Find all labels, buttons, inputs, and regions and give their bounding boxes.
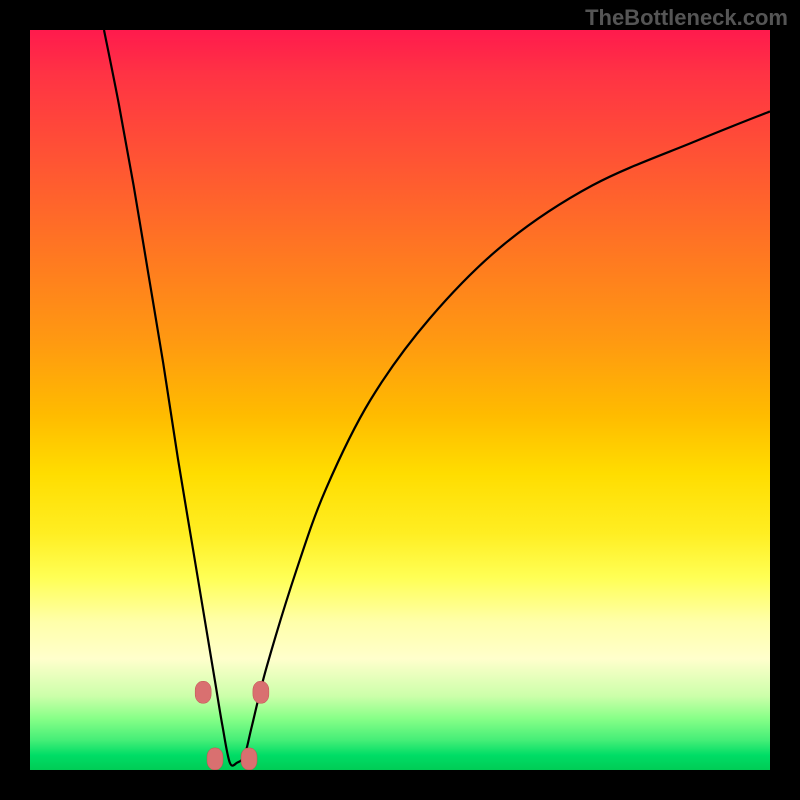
chart-svg xyxy=(30,30,770,770)
curve-marker xyxy=(241,748,257,770)
chart-plot-area xyxy=(30,30,770,770)
curve-marker xyxy=(253,681,269,703)
curve-marker xyxy=(195,681,211,703)
curve-markers xyxy=(195,681,269,770)
curve-marker xyxy=(207,748,223,770)
watermark-text: TheBottleneck.com xyxy=(585,5,788,31)
bottleneck-curve xyxy=(104,30,770,766)
